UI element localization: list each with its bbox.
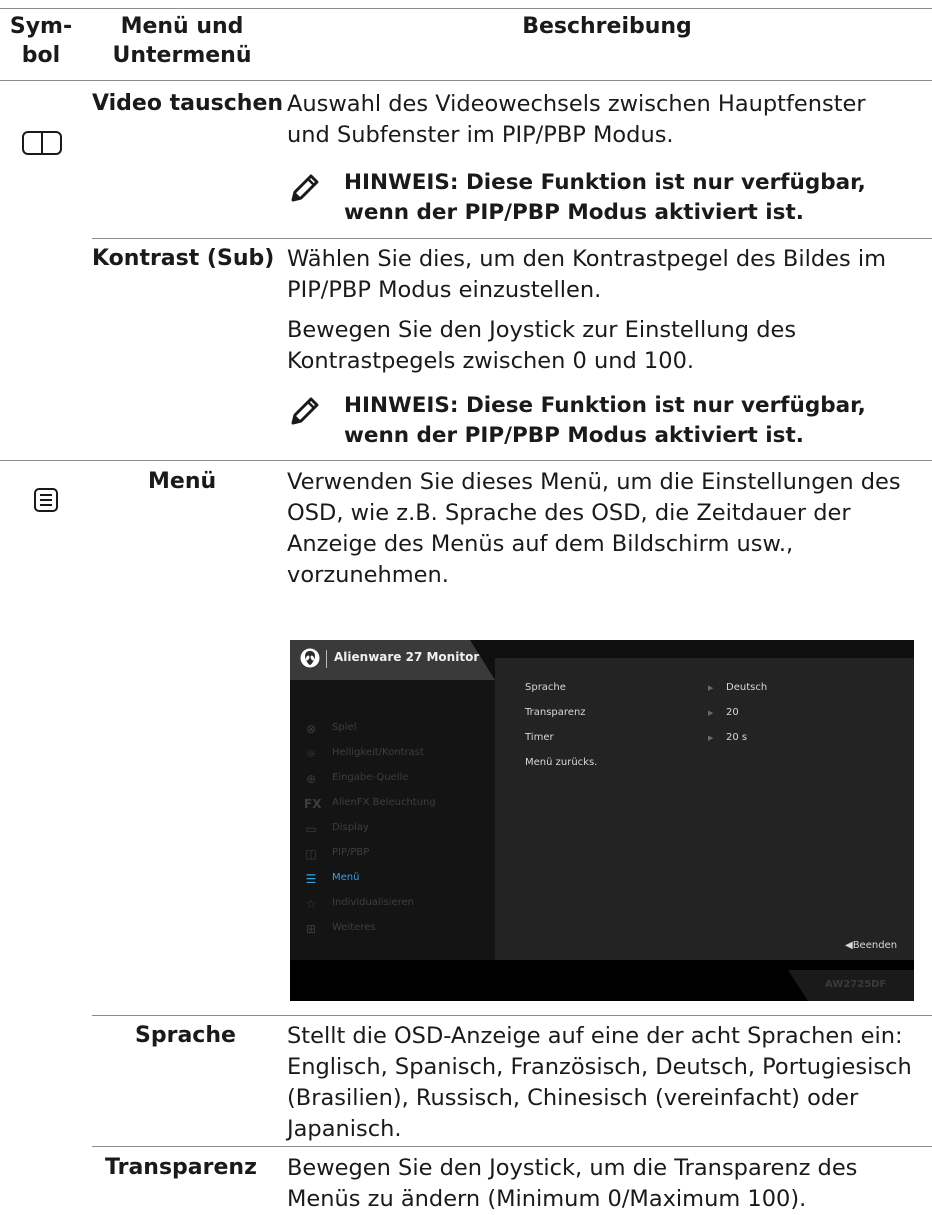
row-rule xyxy=(92,1146,932,1147)
gamepad-icon: ⊗ xyxy=(305,722,317,736)
header-rule xyxy=(0,80,932,81)
display-icon: ▭ xyxy=(305,822,317,836)
osd-options-panel xyxy=(495,658,914,960)
split-screen-icon xyxy=(22,131,62,155)
osd-option-value: 20 xyxy=(726,707,739,718)
alienware-logo-icon xyxy=(300,648,320,668)
osd-screenshot: Alienware 27 Monitor ⊗ Spiel ☼ Helligkeit/… xyxy=(290,640,914,1001)
osd-option-label[interactable]: Transparenz xyxy=(525,707,586,718)
arrow-right-icon: ▶ xyxy=(708,684,714,692)
row-desc-menue: Verwenden Sie dieses Menü, um die Einste… xyxy=(287,469,901,588)
note-video-tauschen: HINWEIS: Diese Funktion ist nur verfügba… xyxy=(290,168,910,232)
row-desc-video-tauschen: Auswahl des Videowechsels zwischen Haupt… xyxy=(287,91,866,148)
row-rule xyxy=(92,238,932,239)
header-description: Beschreibung xyxy=(522,14,692,39)
arrow-right-icon: ▶ xyxy=(708,709,714,717)
header-menu: Menü und Untermenü xyxy=(112,14,252,68)
osd-menu-panel xyxy=(290,680,495,960)
table-top-rule xyxy=(0,8,932,9)
brightness-icon: ☼ xyxy=(305,747,317,761)
osd-title: Alienware 27 Monitor xyxy=(334,650,480,664)
row-name-video-tauschen: Video tauschen xyxy=(92,91,284,116)
row-desc-transparenz: Bewegen Sie den Joystick, um die Transpa… xyxy=(287,1155,858,1212)
row-desc-kontrast-sub: Wählen Sie dies, um den Kontrastpegel de… xyxy=(287,246,886,303)
row-desc2-kontrast-sub: Bewegen Sie den Joystick zur Einstellung… xyxy=(287,317,797,374)
osd-option-value: Deutsch xyxy=(726,682,768,693)
row-rule xyxy=(92,1015,932,1016)
row-name-kontrast-sub: Kontrast (Sub) xyxy=(92,246,275,271)
osd-title-tab: Alienware 27 Monitor xyxy=(290,640,495,680)
row-name-menue: Menü xyxy=(148,469,217,494)
others-icon: ⊞ xyxy=(305,922,317,936)
pip-icon: ◫ xyxy=(305,847,317,861)
menu-icon: ☰ xyxy=(305,872,317,886)
header-symbol: Sym-bol xyxy=(9,14,73,68)
osd-model-name: AW2725DF xyxy=(825,979,887,990)
menu-list-icon xyxy=(34,488,58,512)
row-name-sprache: Sprache xyxy=(135,1023,236,1048)
input-source-icon: ⊕ xyxy=(305,772,317,786)
fx-icon: FX xyxy=(304,797,322,811)
osd-option-label[interactable]: Menü zurücks. xyxy=(525,757,597,768)
pencil-note-icon xyxy=(291,174,319,202)
osd-option-value: 20 s xyxy=(726,732,748,743)
note-kontrast-sub: HINWEIS: Diese Funktion ist nur verfügba… xyxy=(290,391,910,455)
star-icon: ☆ xyxy=(305,897,317,911)
arrow-right-icon: ▶ xyxy=(708,734,714,742)
osd-exit-button[interactable]: ◀Beenden xyxy=(845,940,897,951)
osd-option-label[interactable]: Timer xyxy=(525,732,554,743)
osd-option-label[interactable]: Sprache xyxy=(525,682,566,693)
row-desc-sprache: Stellt die OSD-Anzeige auf eine der acht… xyxy=(287,1023,912,1142)
pencil-note-icon xyxy=(291,397,319,425)
title-separator xyxy=(326,650,327,668)
row-rule xyxy=(0,460,932,461)
row-name-transparenz: Transparenz xyxy=(105,1155,257,1180)
